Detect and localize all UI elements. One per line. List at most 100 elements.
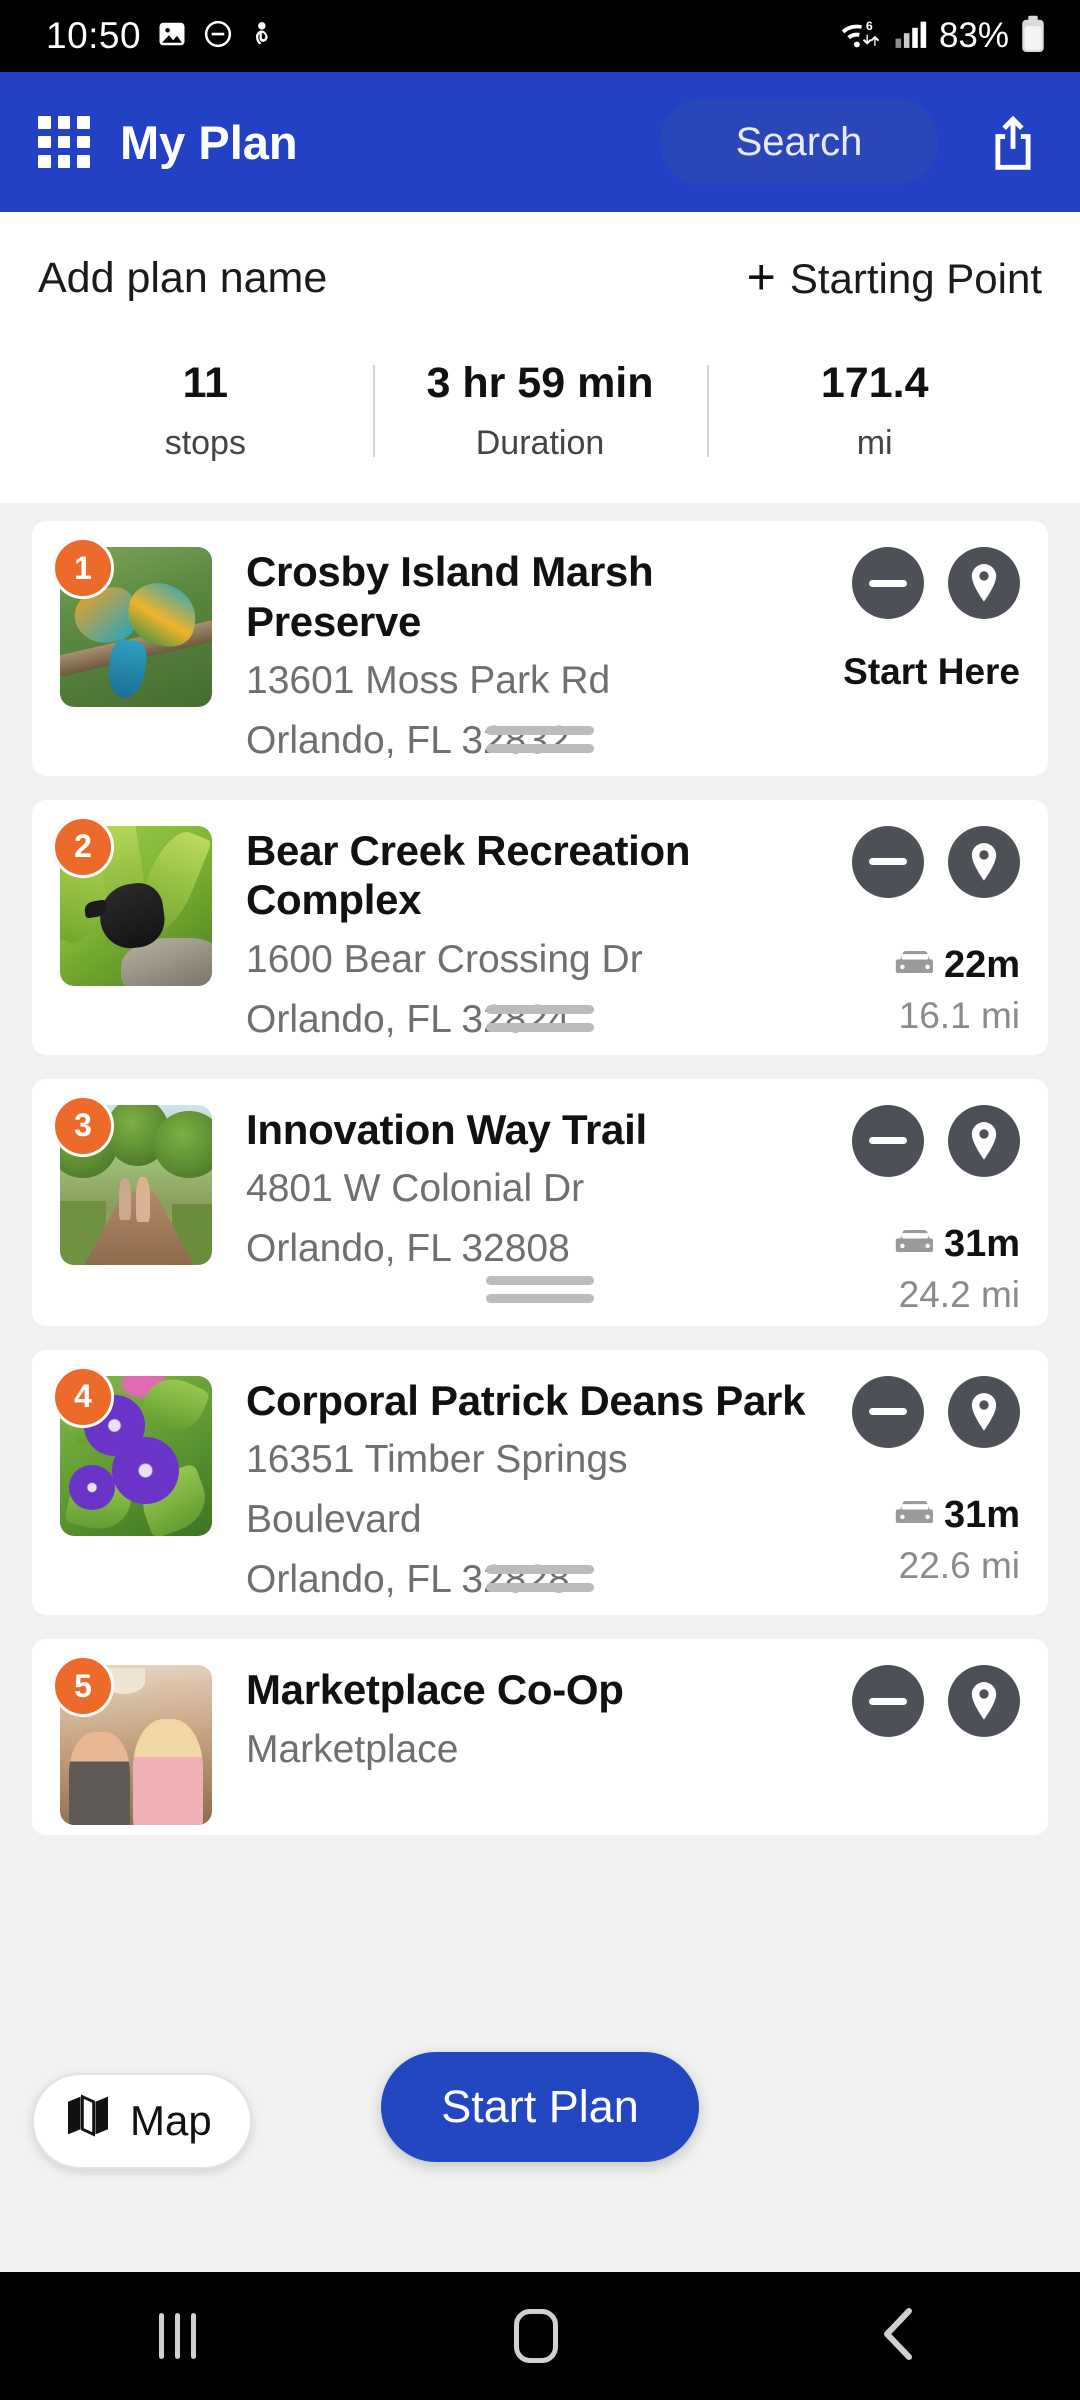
battery-icon bbox=[1020, 15, 1046, 58]
plan-name-row: Add plan name + Starting Point bbox=[38, 248, 1042, 305]
stop-actions-column: 22m 16.1 mi bbox=[816, 825, 1020, 1045]
stop-actions bbox=[852, 547, 1020, 619]
table-row[interactable]: 1 Crosby Island Marsh Preserve 13601 Mos… bbox=[32, 521, 1048, 776]
app-bar: My Plan Search bbox=[0, 72, 1080, 212]
add-starting-point-button[interactable]: + Starting Point bbox=[746, 248, 1042, 305]
svg-text:6: 6 bbox=[866, 18, 873, 32]
stop-title: Bear Creek Recreation Complex bbox=[246, 826, 691, 924]
drag-handle[interactable] bbox=[486, 1275, 594, 1312]
stat-stops: 11 stops bbox=[38, 359, 373, 463]
drive-info: 31m 24.2 mi bbox=[894, 1223, 1020, 1316]
stop-actions bbox=[852, 1104, 1020, 1177]
map-pin-button[interactable] bbox=[948, 1375, 1020, 1448]
table-row[interactable]: 3 Innovation Way Trail 4801 W Colonial D… bbox=[32, 1078, 1048, 1326]
stat-label: stops bbox=[164, 424, 246, 462]
stop-address-line1: 13601 Moss Park Rd bbox=[246, 659, 611, 703]
car-icon bbox=[894, 1227, 936, 1262]
stat-value: 3 hr 59 min bbox=[426, 359, 654, 407]
phone-screen: 10:50 6 83% My Plan Search Add plan name… bbox=[0, 0, 1080, 2400]
stop-title: Innovation Way Trail bbox=[246, 1105, 647, 1153]
stop-actions-column: 31m 24.2 mi bbox=[816, 1104, 1020, 1316]
drive-distance: 22.6 mi bbox=[898, 1544, 1020, 1586]
drag-handle[interactable] bbox=[486, 725, 594, 762]
image-icon bbox=[157, 19, 187, 54]
stop-title: Corporal Patrick Deans Park bbox=[246, 1376, 806, 1424]
stop-actions-column bbox=[816, 1665, 1020, 1825]
minus-icon bbox=[869, 1697, 907, 1705]
stop-list[interactable]: 1 Crosby Island Marsh Preserve 13601 Mos… bbox=[0, 503, 1080, 1836]
stop-address-line1: 1600 Bear Crossing Dr bbox=[246, 938, 643, 981]
stop-info: Marketplace Co-Op Marketplace bbox=[212, 1665, 816, 1825]
grid-menu-icon[interactable] bbox=[38, 116, 90, 168]
battery-percent-label: 83% bbox=[938, 16, 1009, 55]
stop-number-badge: 2 bbox=[52, 815, 114, 878]
drag-handle[interactable] bbox=[486, 1565, 594, 1601]
search-button[interactable]: Search bbox=[660, 99, 938, 185]
recents-icon[interactable] bbox=[159, 2313, 197, 2359]
car-icon bbox=[894, 1498, 936, 1533]
android-nav-bar bbox=[0, 2272, 1080, 2400]
plan-name-input[interactable]: Add plan name bbox=[38, 254, 327, 303]
stop-thumbnail-wrap: 2 bbox=[52, 815, 212, 1045]
status-bar-left: 10:50 bbox=[46, 15, 277, 57]
plus-icon: + bbox=[746, 248, 776, 305]
stat-value: 171.4 bbox=[820, 359, 929, 407]
stop-address-line1b: Boulevard bbox=[246, 1498, 422, 1542]
minus-icon bbox=[869, 579, 907, 587]
stop-number-badge: 3 bbox=[52, 1094, 114, 1157]
stop-address-line1: 16351 Timber Springs bbox=[246, 1438, 628, 1482]
cellular-signal-icon bbox=[894, 18, 928, 55]
home-icon[interactable] bbox=[514, 2309, 559, 2363]
stat-distance: 171.4 mi bbox=[707, 359, 1042, 463]
drive-distance: 24.2 mi bbox=[898, 1273, 1020, 1315]
stat-value: 11 bbox=[182, 359, 229, 407]
stop-thumbnail-wrap: 1 bbox=[52, 537, 212, 766]
status-clock: 10:50 bbox=[46, 15, 142, 56]
share-icon[interactable] bbox=[982, 109, 1044, 175]
nfc-icon bbox=[249, 19, 277, 54]
minus-icon bbox=[869, 858, 907, 866]
status-bar-right: 6 83% bbox=[839, 15, 1046, 58]
map-icon bbox=[66, 2093, 110, 2149]
stop-number-badge: 1 bbox=[52, 537, 114, 599]
stop-thumbnail-wrap: 3 bbox=[52, 1094, 212, 1316]
minus-icon bbox=[869, 1137, 907, 1145]
stop-address-line2: Orlando, FL 32808 bbox=[246, 1227, 570, 1271]
page-title: My Plan bbox=[120, 115, 298, 169]
stop-actions bbox=[852, 1665, 1020, 1738]
map-pin-button[interactable] bbox=[948, 1665, 1020, 1738]
plan-stats: 11 stops 3 hr 59 min Duration 171.4 mi bbox=[38, 359, 1042, 503]
map-pin-button[interactable] bbox=[948, 547, 1020, 619]
stop-address-line1: 4801 W Colonial Dr bbox=[246, 1167, 585, 1211]
remove-stop-button[interactable] bbox=[852, 1104, 924, 1177]
stop-actions bbox=[852, 825, 1020, 898]
starting-point-label: Starting Point bbox=[789, 254, 1042, 302]
remove-stop-button[interactable] bbox=[852, 547, 924, 619]
remove-stop-button[interactable] bbox=[852, 1375, 924, 1448]
back-icon[interactable] bbox=[877, 2307, 921, 2366]
stop-actions-column: Start Here bbox=[816, 547, 1020, 766]
start-plan-button[interactable]: Start Plan bbox=[381, 2052, 699, 2162]
table-row[interactable]: 4 Corporal Patrick Deans Park 16351 Timb… bbox=[32, 1349, 1048, 1616]
stat-label: Duration bbox=[475, 424, 605, 462]
drag-handle[interactable] bbox=[486, 1004, 594, 1041]
table-row[interactable]: 5 Marketplace Co-Op Marketplace bbox=[32, 1639, 1048, 1836]
status-badge: Start Here bbox=[843, 651, 1020, 692]
stat-label: mi bbox=[856, 424, 893, 462]
stat-duration: 3 hr 59 min Duration bbox=[372, 359, 708, 463]
drive-time: 31m bbox=[943, 1493, 1020, 1536]
stop-actions bbox=[852, 1375, 1020, 1448]
stop-number-badge: 5 bbox=[52, 1655, 114, 1718]
remove-stop-button[interactable] bbox=[852, 825, 924, 898]
map-button[interactable]: Map bbox=[32, 2073, 252, 2169]
do-not-disturb-icon bbox=[203, 19, 233, 54]
drive-time: 31m bbox=[943, 1222, 1020, 1265]
table-row[interactable]: 2 Bear Creek Recreation Complex 1600 Bea… bbox=[32, 799, 1048, 1055]
stop-number-badge: 4 bbox=[52, 1365, 114, 1428]
plan-header: Add plan name + Starting Point 11 stops … bbox=[0, 212, 1080, 503]
stop-actions-column: 31m 22.6 mi bbox=[816, 1375, 1020, 1605]
map-pin-button[interactable] bbox=[948, 1104, 1020, 1177]
drive-time: 22m bbox=[943, 943, 1020, 986]
map-pin-button[interactable] bbox=[948, 825, 1020, 898]
remove-stop-button[interactable] bbox=[852, 1665, 924, 1738]
